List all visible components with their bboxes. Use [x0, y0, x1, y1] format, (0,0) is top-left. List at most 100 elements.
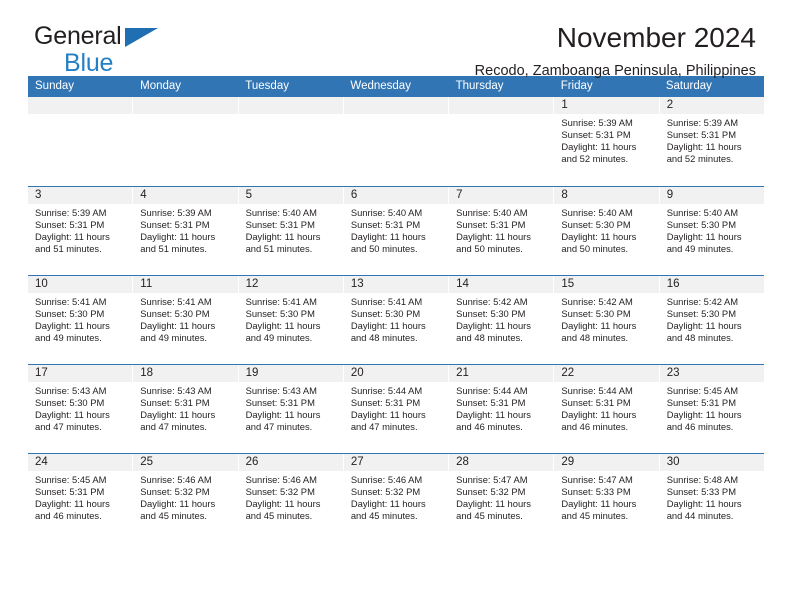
sunset-text: Sunset: 5:31 PM [666, 129, 736, 141]
calendar-week-row: 1 Sunrise: 5:39 AM Sunset: 5:31 PM Daylight… [28, 97, 764, 186]
day-cell[interactable]: 20 Sunrise: 5:44 AM Sunset: 5:31 PM Dayligh… [343, 365, 449, 453]
day-sun-info: Sunrise: 5:41 AM Sunset: 5:30 PM Daylight:… [239, 293, 343, 344]
day-cell[interactable]: 28 Sunrise: 5:47 AM Sunset: 5:32 PM Dayligh… [449, 454, 554, 542]
sunset-text: Sunset: 5:31 PM [35, 219, 105, 231]
sunset-text: Sunset: 5:30 PM [666, 219, 736, 231]
day-cell[interactable]: 4 Sunrise: 5:39 AM Sunset: 5:31 PM Daylight… [133, 187, 238, 275]
day-cell[interactable]: 1 Sunrise: 5:39 AM Sunset: 5:31 PM Daylight… [554, 97, 659, 186]
sunrise-text: Sunrise: 5:40 AM [561, 207, 633, 218]
day-cell[interactable]: 15 Sunrise: 5:42 AM Sunset: 5:30 PM Dayligh… [554, 276, 659, 364]
day-cell[interactable]: 3 Sunrise: 5:39 AM Sunset: 5:31 PM Daylight… [28, 187, 133, 275]
sunrise-text: Sunrise: 5:46 AM [350, 474, 423, 485]
day-sun-info: Sunrise: 5:39 AM Sunset: 5:31 PM Daylight:… [28, 204, 132, 255]
day-sun-info: Sunrise: 5:40 AM Sunset: 5:31 PM Daylight:… [344, 204, 448, 255]
day-number: 11 [133, 276, 238, 293]
day-cell[interactable]: 17 Sunrise: 5:43 AM Sunset: 5:30 PM Dayligh… [28, 365, 133, 453]
day-cell[interactable]: 6 Sunrise: 5:40 AM Sunset: 5:31 PM Daylight… [343, 187, 449, 275]
day-number: 3 [28, 187, 133, 204]
daylight-text: Daylight: 11 hours and 47 minutes. [245, 409, 321, 433]
sunrise-text: Sunrise: 5:41 AM [245, 296, 317, 307]
daylight-text: Daylight: 11 hours and 46 minutes. [666, 409, 742, 433]
daylight-text: Daylight: 11 hours and 49 minutes. [35, 320, 110, 344]
sunset-text: Sunset: 5:31 PM [456, 219, 526, 231]
day-sun-info: Sunrise: 5:46 AM Sunset: 5:32 PM Daylight:… [344, 471, 448, 522]
day-number: 7 [449, 187, 554, 204]
sunset-text: Sunset: 5:31 PM [245, 397, 315, 409]
day-cell-empty [449, 97, 554, 186]
triangle-flag-icon [125, 28, 158, 47]
day-number: 14 [449, 276, 554, 293]
day-cell[interactable]: 10 Sunrise: 5:41 AM Sunset: 5:30 PM Dayligh… [28, 276, 133, 364]
day-cell[interactable]: 23 Sunrise: 5:45 AM Sunset: 5:31 PM Dayligh… [659, 365, 764, 453]
day-cell[interactable]: 12 Sunrise: 5:41 AM Sunset: 5:30 PM Dayligh… [238, 276, 343, 364]
day-cell[interactable]: 22 Sunrise: 5:44 AM Sunset: 5:31 PM Dayligh… [554, 365, 659, 453]
calendar-weeks: 1 Sunrise: 5:39 AM Sunset: 5:31 PM Daylight… [28, 97, 764, 542]
sunset-text: Sunset: 5:31 PM [561, 129, 631, 141]
day-number: 13 [343, 276, 449, 293]
sunset-text: Sunset: 5:32 PM [456, 486, 526, 498]
day-cell[interactable]: 27 Sunrise: 5:46 AM Sunset: 5:32 PM Dayligh… [343, 454, 449, 542]
general-blue-logo[interactable]: General Blue [34, 24, 158, 76]
day-cell[interactable]: 11 Sunrise: 5:41 AM Sunset: 5:30 PM Dayligh… [133, 276, 238, 364]
day-cell[interactable]: 16 Sunrise: 5:42 AM Sunset: 5:30 PM Dayligh… [659, 276, 764, 364]
sunrise-text: Sunrise: 5:42 AM [561, 296, 633, 307]
day-cell[interactable]: 30 Sunrise: 5:48 AM Sunset: 5:33 PM Dayligh… [659, 454, 764, 542]
daylight-text: Daylight: 11 hours and 45 minutes. [350, 498, 426, 522]
day-cell[interactable]: 9 Sunrise: 5:40 AM Sunset: 5:30 PM Daylight… [659, 187, 764, 275]
sunrise-text: Sunrise: 5:45 AM [666, 385, 739, 396]
daylight-text: Daylight: 11 hours and 45 minutes. [140, 498, 216, 522]
day-sun-info: Sunrise: 5:42 AM Sunset: 5:30 PM Daylight:… [554, 293, 658, 344]
day-cell[interactable]: 29 Sunrise: 5:47 AM Sunset: 5:33 PM Dayligh… [554, 454, 659, 542]
day-cell[interactable]: 18 Sunrise: 5:43 AM Sunset: 5:31 PM Dayligh… [133, 365, 238, 453]
sunrise-text: Sunrise: 5:39 AM [666, 117, 739, 128]
day-number: 4 [133, 187, 238, 204]
sunrise-text: Sunrise: 5:42 AM [666, 296, 739, 307]
day-number: 22 [554, 365, 659, 382]
day-number: 30 [659, 454, 764, 471]
day-sun-info: Sunrise: 5:40 AM Sunset: 5:31 PM Daylight:… [449, 204, 553, 255]
day-cell[interactable]: 8 Sunrise: 5:40 AM Sunset: 5:30 PM Daylight… [554, 187, 659, 275]
day-cell[interactable]: 7 Sunrise: 5:40 AM Sunset: 5:31 PM Daylight… [449, 187, 554, 275]
sunset-text: Sunset: 5:30 PM [245, 308, 315, 320]
day-number: 10 [28, 276, 133, 293]
day-number [28, 97, 133, 114]
day-number: 29 [554, 454, 659, 471]
day-cell[interactable]: 19 Sunrise: 5:43 AM Sunset: 5:31 PM Dayligh… [238, 365, 343, 453]
day-sun-info: Sunrise: 5:44 AM Sunset: 5:31 PM Daylight:… [344, 382, 448, 433]
daylight-text: Daylight: 11 hours and 51 minutes. [35, 231, 110, 255]
sunset-text: Sunset: 5:33 PM [561, 486, 631, 498]
day-sun-info: Sunrise: 5:47 AM Sunset: 5:33 PM Daylight:… [554, 471, 658, 522]
day-sun-info: Sunrise: 5:43 AM Sunset: 5:31 PM Daylight:… [133, 382, 237, 433]
weekday-header-tuesday: Tuesday [245, 80, 289, 92]
sunset-text: Sunset: 5:31 PM [35, 486, 105, 498]
daylight-text: Daylight: 11 hours and 47 minutes. [140, 409, 216, 433]
day-number: 12 [238, 276, 343, 293]
day-cell[interactable]: 2 Sunrise: 5:39 AM Sunset: 5:31 PM Daylight… [659, 97, 764, 186]
sunset-text: Sunset: 5:30 PM [561, 308, 631, 320]
day-number: 26 [238, 454, 343, 471]
day-cell[interactable]: 13 Sunrise: 5:41 AM Sunset: 5:30 PM Dayligh… [343, 276, 449, 364]
day-sun-info: Sunrise: 5:43 AM Sunset: 5:30 PM Daylight:… [28, 382, 132, 433]
day-number: 23 [659, 365, 764, 382]
weekday-header-monday: Monday [140, 80, 182, 92]
daylight-text: Daylight: 11 hours and 49 minutes. [666, 231, 742, 255]
daylight-text: Daylight: 11 hours and 45 minutes. [561, 498, 637, 522]
day-number: 28 [449, 454, 554, 471]
day-number [343, 97, 449, 114]
sunrise-text: Sunrise: 5:44 AM [561, 385, 633, 396]
day-sun-info: Sunrise: 5:43 AM Sunset: 5:31 PM Daylight:… [239, 382, 343, 433]
daylight-text: Daylight: 11 hours and 49 minutes. [245, 320, 321, 344]
sunset-text: Sunset: 5:30 PM [666, 308, 736, 320]
day-cell[interactable]: 26 Sunrise: 5:46 AM Sunset: 5:32 PM Dayligh… [238, 454, 343, 542]
day-cell[interactable]: 21 Sunrise: 5:44 AM Sunset: 5:31 PM Dayligh… [449, 365, 554, 453]
day-cell[interactable]: 25 Sunrise: 5:46 AM Sunset: 5:32 PM Dayligh… [133, 454, 238, 542]
day-cell[interactable]: 24 Sunrise: 5:45 AM Sunset: 5:31 PM Dayligh… [28, 454, 133, 542]
day-sun-info: Sunrise: 5:41 AM Sunset: 5:30 PM Daylight:… [28, 293, 132, 344]
sunset-text: Sunset: 5:30 PM [350, 308, 421, 320]
day-cell[interactable]: 5 Sunrise: 5:40 AM Sunset: 5:31 PM Daylight… [238, 187, 343, 275]
day-cell[interactable]: 14 Sunrise: 5:42 AM Sunset: 5:30 PM Dayligh… [449, 276, 554, 364]
sunrise-text: Sunrise: 5:44 AM [350, 385, 423, 396]
day-cell-empty [28, 97, 133, 186]
sunrise-text: Sunrise: 5:48 AM [666, 474, 739, 485]
sunset-text: Sunset: 5:30 PM [140, 308, 210, 320]
